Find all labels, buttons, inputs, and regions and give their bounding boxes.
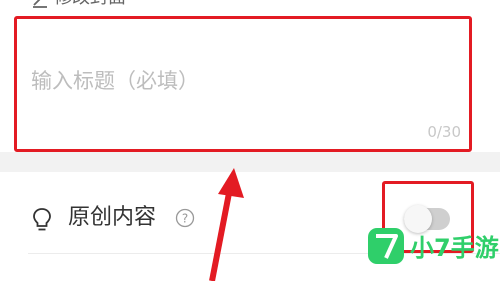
original-content-label: 原创内容 <box>68 205 157 230</box>
watermark-text: 小7手游 <box>410 234 499 262</box>
annotation-arrow <box>209 168 244 281</box>
edit-icon <box>33 0 47 8</box>
lightbulb-icon <box>33 208 51 231</box>
edit-cover-row[interactable]: 修改封面 <box>0 0 500 12</box>
watermark-logo: 小7手游 <box>368 228 499 264</box>
edit-cover-label: 修改封面 <box>54 0 126 8</box>
title-field-container: 0/30 <box>14 16 472 152</box>
svg-text:?: ? <box>182 212 188 226</box>
title-input[interactable] <box>31 61 421 101</box>
title-char-count: 0/30 <box>427 123 461 141</box>
